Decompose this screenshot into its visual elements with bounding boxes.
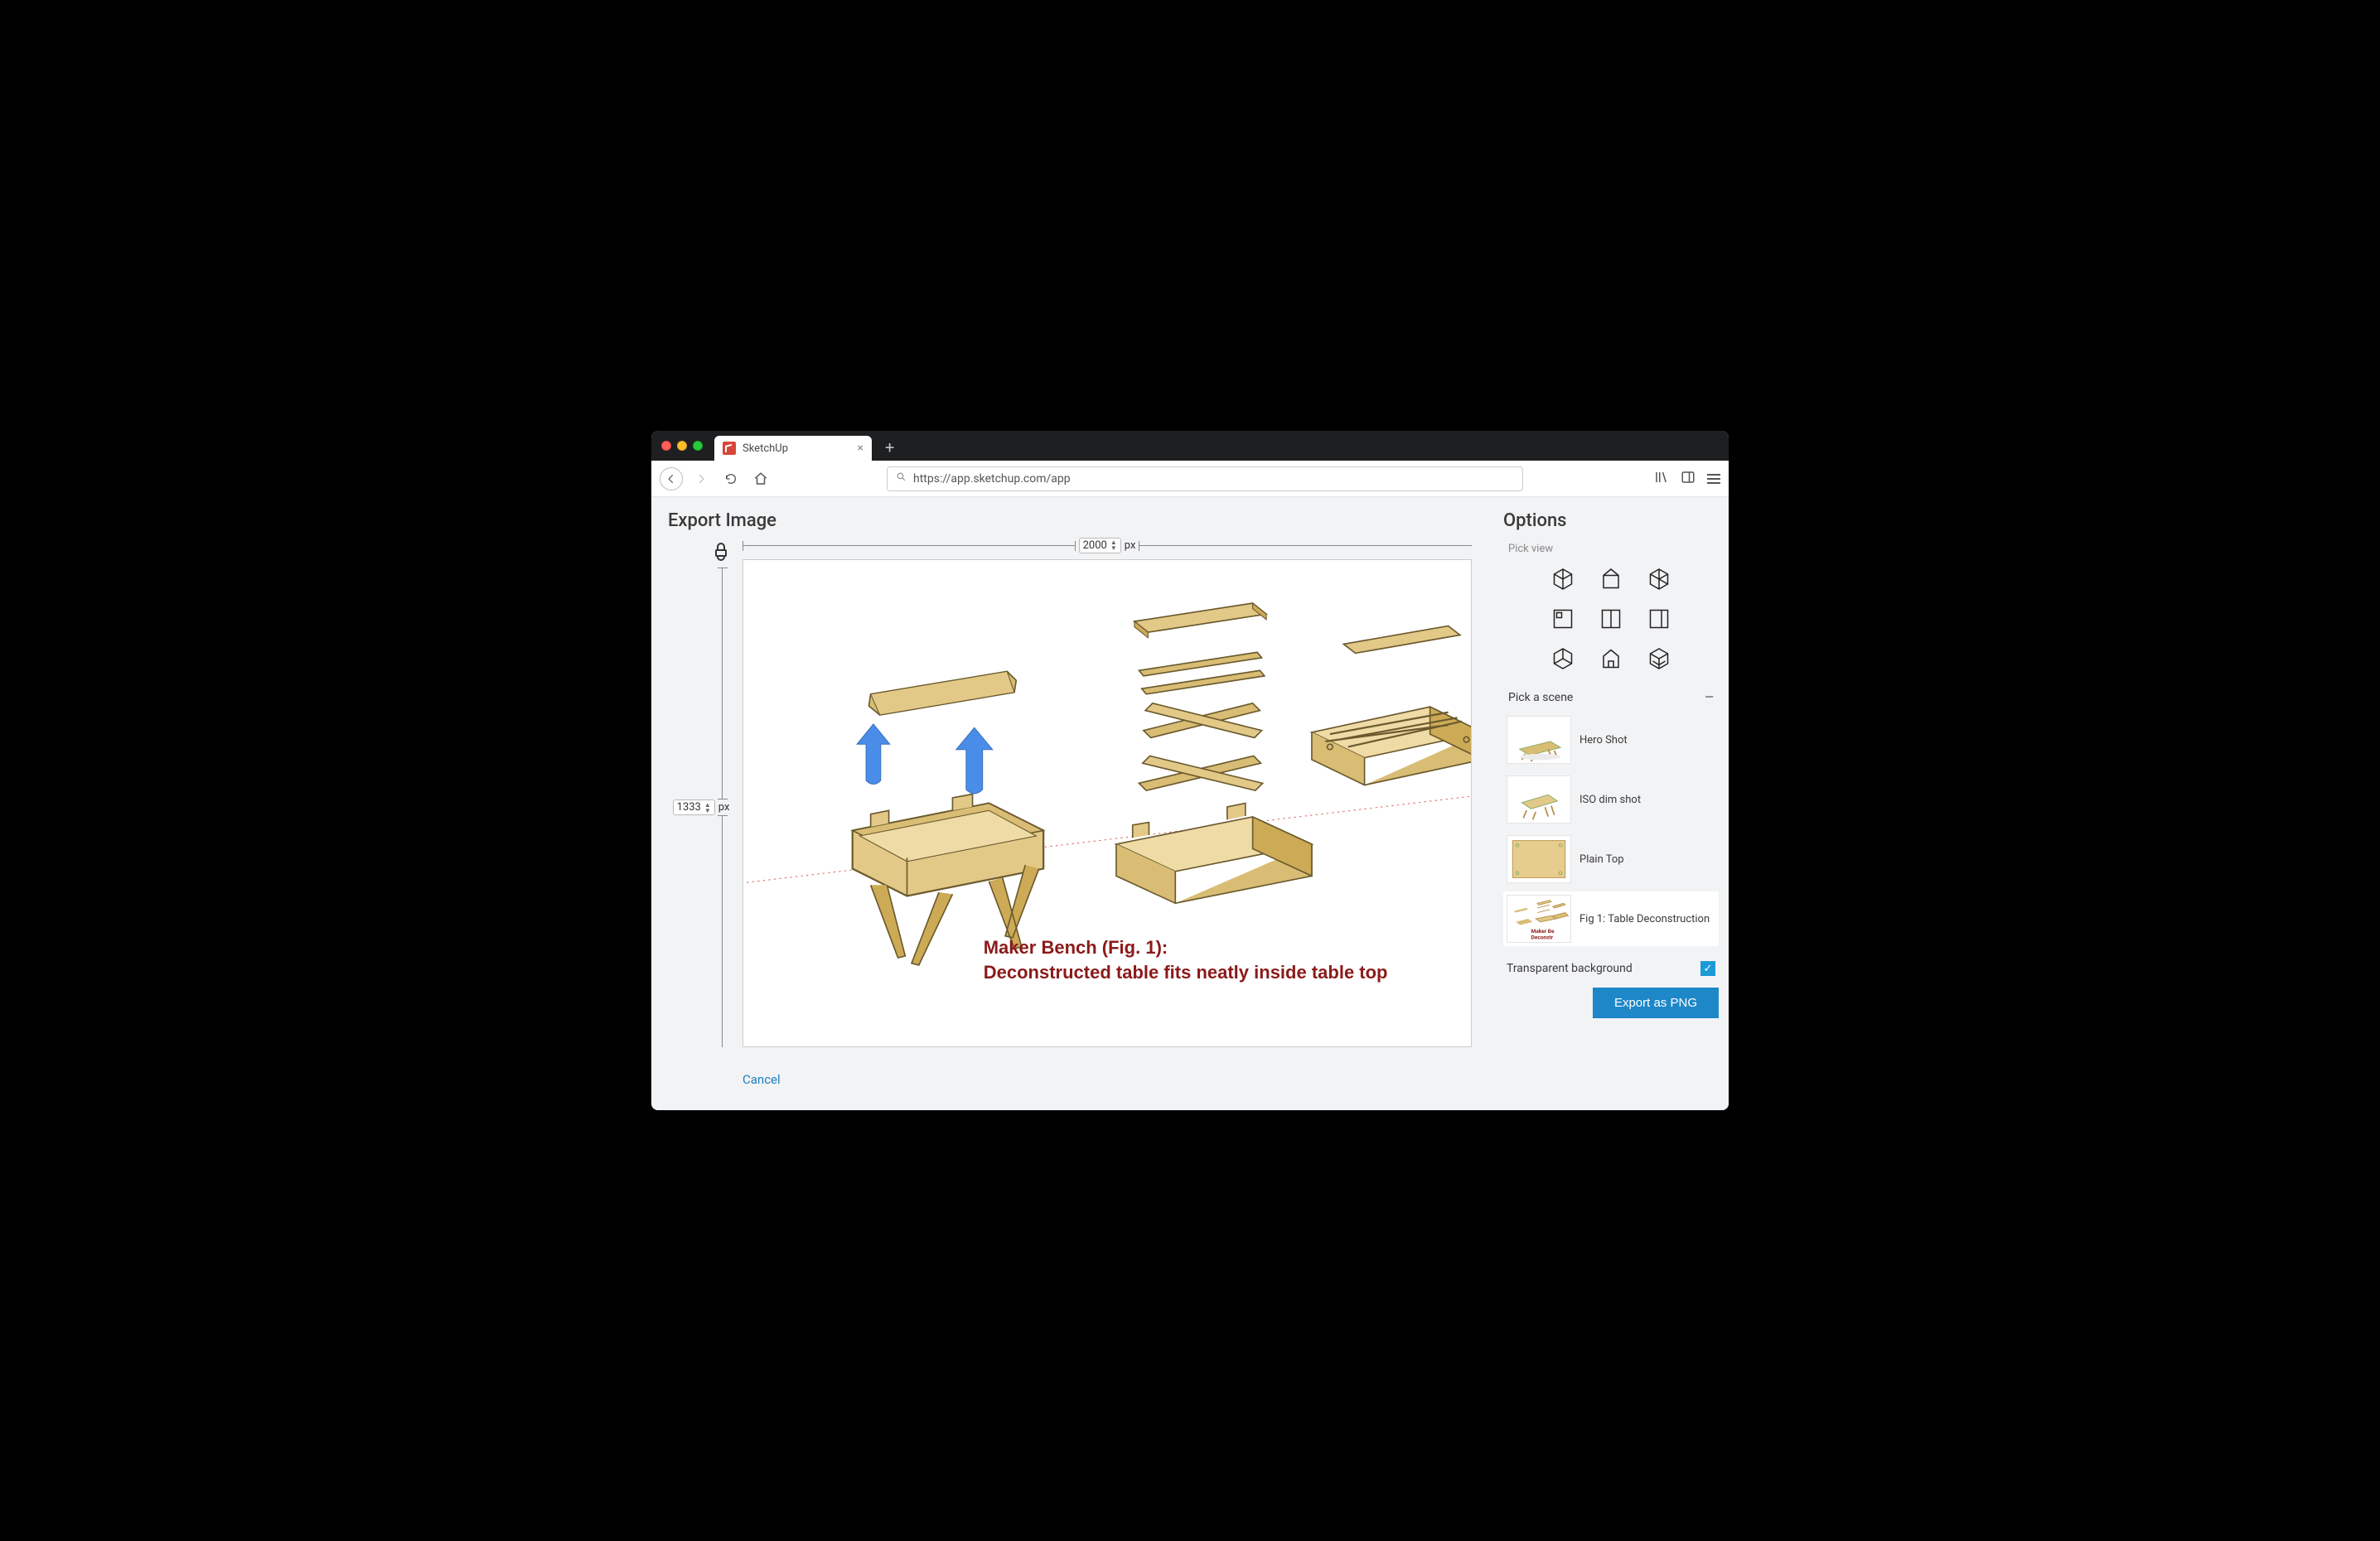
height-input[interactable]: 1333 ▲▼ (673, 799, 715, 815)
height-unit: px (718, 801, 730, 814)
scene-thumbnail (1507, 775, 1571, 824)
home-button[interactable] (749, 467, 772, 490)
minimize-window-button[interactable] (677, 441, 687, 451)
preview-pane: Export Image 2000 ▲▼ px (651, 497, 1497, 1110)
aspect-lock-icon[interactable] (714, 543, 728, 559)
options-title: Options (1503, 510, 1719, 531)
scene-fig1-deconstruction[interactable]: Maker Be Deconstr Fig 1: Table Deconstru… (1503, 891, 1719, 946)
scene-thumbnail (1507, 835, 1571, 883)
maximize-window-button[interactable] (693, 441, 703, 451)
preview-canvas: Maker Bench (Fig. 1): Deconstructed tabl… (743, 559, 1472, 1047)
pick-scene-label: Pick a scene (1508, 691, 1573, 704)
right-view-button[interactable] (1642, 562, 1676, 597)
left-view-button[interactable] (1642, 601, 1676, 636)
perspective-view-button[interactable] (1642, 641, 1676, 676)
new-tab-button[interactable]: + (878, 437, 901, 457)
width-unit: px (1125, 539, 1136, 552)
home-view-button[interactable] (1594, 641, 1628, 676)
transparent-background-row: Transparent background ✓ (1503, 961, 1719, 976)
scene-thumbnail: Maker Be Deconstr (1507, 895, 1571, 943)
caption-line2: Deconstructed table fits neatly inside t… (984, 962, 1388, 983)
sketchup-favicon (723, 442, 736, 455)
front-view-button[interactable] (1594, 562, 1628, 597)
menu-button[interactable] (1707, 470, 1720, 488)
tab-title: SketchUp (743, 442, 788, 455)
svg-text:Deconstr: Deconstr (1531, 934, 1554, 940)
export-image-dialog: Export Image 2000 ▲▼ px (651, 497, 1729, 1110)
url-input[interactable]: https://app.sketchup.com/app (887, 466, 1523, 491)
forward-button[interactable] (689, 467, 713, 490)
library-icon[interactable] (1654, 470, 1669, 488)
scene-name: ISO dim shot (1579, 794, 1641, 806)
width-dimension: 2000 ▲▼ px (743, 534, 1472, 556)
pick-view-label: Pick view (1508, 543, 1719, 555)
search-icon (896, 471, 907, 485)
canvas-area: 2000 ▲▼ px 1333 ▲▼ px (668, 534, 1480, 1056)
caption-line1: Maker Bench (Fig. 1): (984, 937, 1388, 959)
scene-hero-shot[interactable]: Hero Shot (1503, 713, 1719, 767)
scene-name: Hero Shot (1579, 734, 1628, 746)
close-window-button[interactable] (661, 441, 671, 451)
bottom-view-button[interactable] (1546, 641, 1580, 676)
view-grid (1503, 562, 1719, 676)
close-tab-button[interactable]: × (858, 442, 863, 455)
sidebar-icon[interactable] (1681, 470, 1696, 488)
scene-thumbnail (1507, 716, 1571, 764)
dialog-footer: Cancel (668, 1056, 1480, 1097)
page-title: Export Image (668, 510, 1480, 531)
transparent-label: Transparent background (1507, 962, 1633, 975)
scene-iso-dim-shot[interactable]: ISO dim shot (1503, 772, 1719, 827)
browser-window: SketchUp × + https://app.sketchup.com/ap… (651, 431, 1729, 1110)
collapse-icon[interactable]: — (1705, 691, 1714, 704)
tab-bar: SketchUp × + (651, 431, 1729, 461)
height-dimension: 1333 ▲▼ px (668, 568, 734, 1047)
scene-plain-top[interactable]: Plain Top (1503, 832, 1719, 886)
back-button[interactable] (660, 467, 683, 490)
browser-tab[interactable]: SketchUp × (714, 436, 872, 461)
cancel-button[interactable]: Cancel (743, 1072, 781, 1087)
options-panel: Options Pick view Pick a scene — (1497, 497, 1729, 1110)
browser-right-icons (1654, 470, 1720, 488)
transparent-checkbox[interactable]: ✓ (1700, 961, 1715, 976)
top-view-button[interactable] (1546, 601, 1580, 636)
reload-button[interactable] (719, 467, 743, 490)
scene-name: Plain Top (1579, 853, 1624, 866)
window-controls (660, 441, 708, 451)
height-stepper[interactable]: ▲▼ (704, 802, 711, 814)
width-input[interactable]: 2000 ▲▼ (1079, 538, 1121, 553)
url-text: https://app.sketchup.com/app (913, 472, 1071, 485)
scene-name: Fig 1: Table Deconstruction (1579, 913, 1710, 925)
back-view-button[interactable] (1594, 601, 1628, 636)
pick-scene-header[interactable]: Pick a scene — (1503, 688, 1719, 708)
address-bar: https://app.sketchup.com/app (651, 461, 1729, 497)
scene-list: Hero Shot ISO dim shot Plain Top (1503, 713, 1719, 946)
iso-view-button[interactable] (1546, 562, 1580, 597)
canvas-caption: Maker Bench (Fig. 1): Deconstructed tabl… (984, 937, 1388, 983)
export-png-button[interactable]: Export as PNG (1593, 988, 1719, 1018)
width-stepper[interactable]: ▲▼ (1110, 539, 1117, 551)
